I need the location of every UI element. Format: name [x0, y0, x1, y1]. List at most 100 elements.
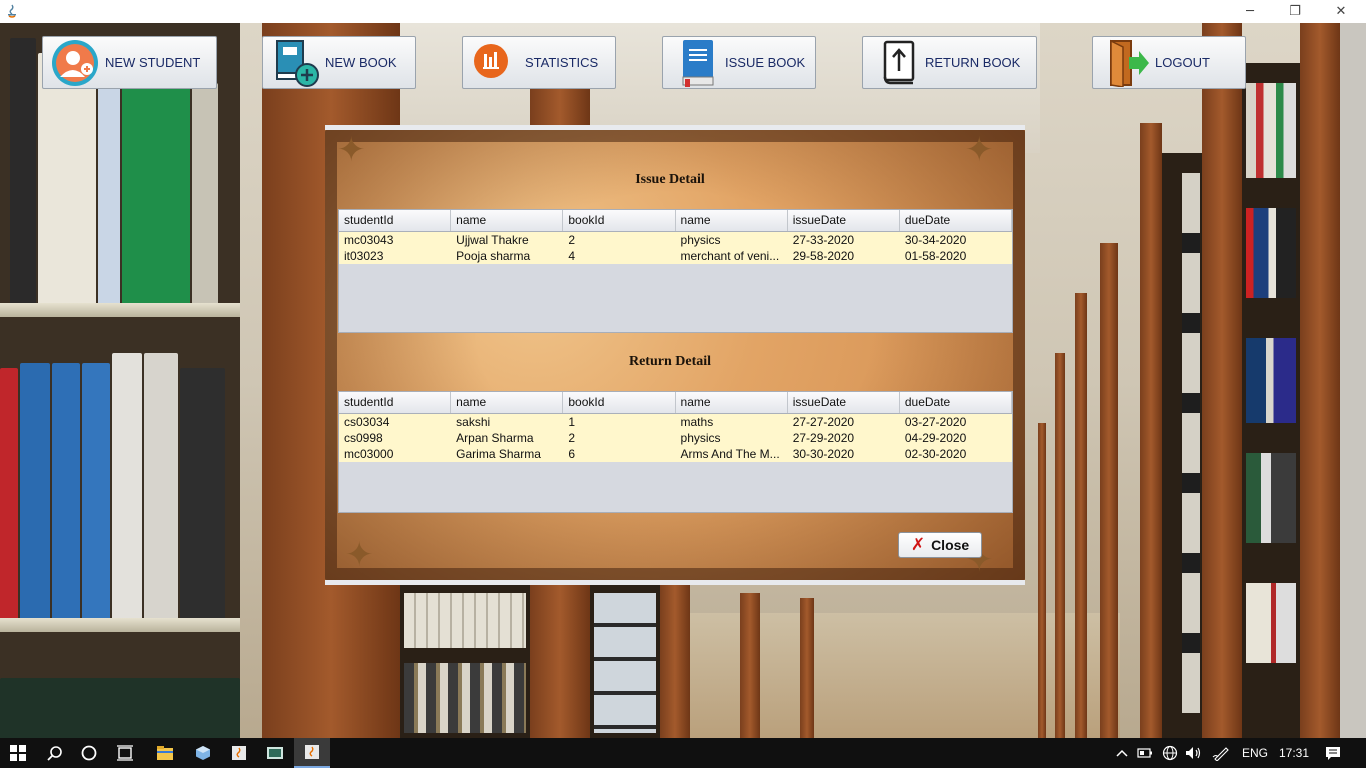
virtualbox-icon[interactable] — [186, 738, 220, 768]
table-row[interactable]: cs03034 sakshi 1 maths 27-27-2020 03-27-… — [339, 414, 1012, 430]
table-row[interactable]: cs0998 Arpan Sharma 2 physics 27-29-2020… — [339, 430, 1012, 446]
windows-start-icon[interactable] — [0, 738, 36, 768]
task-view-icon[interactable] — [108, 738, 142, 768]
cell-book-name: physics — [680, 233, 721, 247]
cell-issuedate: 27-29-2020 — [792, 431, 855, 445]
cell-studentid: it03023 — [344, 249, 384, 263]
logout-button[interactable]: LOGOUT — [1092, 36, 1246, 89]
cell-duedate: 02-30-2020 — [904, 447, 967, 461]
cell-student-name: sakshi — [456, 415, 491, 429]
search-icon[interactable] — [38, 738, 72, 768]
new-book-button[interactable]: NEW BOOK — [262, 36, 416, 89]
cell-book-name: physics — [680, 431, 721, 445]
new-student-button[interactable]: NEW STUDENT — [42, 36, 217, 89]
cell-duedate: 03-27-2020 — [904, 415, 967, 429]
corner-star-ornament: ✦ — [345, 535, 374, 575]
pen-icon[interactable] — [1208, 738, 1234, 768]
battery-icon[interactable] — [1134, 738, 1156, 768]
table-header: studentId name bookId name issueDate due… — [339, 210, 1013, 232]
java-app-active-icon[interactable] — [294, 738, 330, 768]
cell-issuedate: 27-33-2020 — [792, 233, 855, 247]
table-header: studentId name bookId name issueDate due… — [339, 392, 1013, 414]
cell-bookid: 2 — [568, 431, 576, 445]
cell-duedate: 04-29-2020 — [904, 431, 967, 445]
issue-book-button[interactable]: ISSUE BOOK — [662, 36, 816, 89]
cell-duedate: 01-58-2020 — [904, 249, 967, 263]
corner-star-ornament: ✦ — [337, 130, 366, 170]
cell-bookid: 2 — [568, 233, 576, 247]
column-header-studentid[interactable]: studentId — [339, 392, 452, 413]
return-detail-title: Return Detail — [628, 354, 712, 369]
column-header-student-name[interactable]: name — [451, 392, 564, 413]
statistics-label: STATISTICS — [525, 55, 599, 70]
windows-taskbar: ENG 17:31 — [0, 738, 1366, 768]
java-app-icon[interactable] — [222, 738, 256, 768]
cortana-icon[interactable] — [72, 738, 106, 768]
cell-studentid: cs03034 — [344, 415, 390, 429]
cell-issuedate: 30-30-2020 — [792, 447, 855, 461]
window-title-bar: ─ ❐ ✕ — [0, 0, 1366, 23]
column-header-issuedate[interactable]: issueDate — [788, 392, 900, 413]
terminal-icon[interactable] — [258, 738, 292, 768]
issue-detail-title: Issue Detail — [635, 172, 705, 187]
maximize-button[interactable]: ❐ — [1272, 0, 1318, 23]
close-label: Close — [931, 537, 970, 553]
table-row[interactable]: mc03000 Garima Sharma 6 Arms And The M..… — [339, 446, 1012, 462]
volume-icon[interactable] — [1182, 738, 1206, 768]
table-row[interactable]: mc03043 Ujjwal Thakre 2 physics 27-33-20… — [339, 232, 1012, 248]
column-header-bookid[interactable]: bookId — [563, 210, 676, 231]
cell-student-name: Garima Sharma — [456, 447, 541, 461]
cell-book-name: merchant of veni... — [680, 249, 780, 263]
issue-return-detail-dialog: ✦ ✦ ✦ ✦ Issue Detail studentId name book… — [325, 125, 1025, 585]
return-detail-table[interactable]: studentId name bookId name issueDate due… — [338, 391, 1013, 513]
book-icon — [671, 39, 719, 87]
column-header-studentid[interactable]: studentId — [339, 210, 452, 231]
column-header-book-name[interactable]: name — [676, 210, 788, 231]
statistics-button[interactable]: STATISTICS — [462, 36, 616, 89]
language-indicator[interactable]: ENG — [1242, 738, 1268, 768]
student-avatar-icon — [51, 39, 99, 87]
column-header-issuedate[interactable]: issueDate — [788, 210, 900, 231]
cell-studentid: cs0998 — [344, 431, 383, 445]
issue-book-label: ISSUE BOOK — [725, 55, 806, 70]
cell-bookid: 1 — [568, 415, 576, 429]
issue-detail-table[interactable]: studentId name bookId name issueDate due… — [338, 209, 1013, 333]
cell-student-name: Ujjwal Thakre — [456, 233, 529, 247]
parchment-background: ✦ ✦ ✦ ✦ Issue Detail studentId name book… — [325, 130, 1025, 580]
cell-book-name: Arms And The M... — [680, 447, 780, 461]
cell-studentid: mc03043 — [344, 233, 394, 247]
cell-studentid: mc03000 — [344, 447, 394, 461]
cell-student-name: Pooja sharma — [456, 249, 531, 263]
table-row[interactable]: it03023 Pooja sharma 4 merchant of veni.… — [339, 248, 1012, 264]
corner-star-ornament: ✦ — [965, 130, 994, 170]
logout-door-icon — [1101, 39, 1149, 88]
red-x-icon: ✗ — [910, 535, 926, 555]
close-window-button[interactable]: ✕ — [1318, 0, 1364, 23]
cell-student-name: Arpan Sharma — [456, 431, 534, 445]
column-header-bookid[interactable]: bookId — [563, 392, 676, 413]
new-book-label: NEW BOOK — [325, 55, 397, 70]
column-header-student-name[interactable]: name — [451, 210, 564, 231]
column-header-duedate[interactable]: dueDate — [900, 210, 1013, 231]
column-header-duedate[interactable]: dueDate — [900, 392, 1013, 413]
notifications-icon[interactable] — [1318, 738, 1348, 768]
clock-time[interactable]: 17:31 — [1279, 738, 1309, 768]
cell-issuedate: 29-58-2020 — [792, 249, 855, 263]
return-book-label: RETURN BOOK — [925, 55, 1021, 70]
logout-label: LOGOUT — [1155, 55, 1210, 70]
new-student-label: NEW STUDENT — [105, 55, 201, 70]
return-book-icon — [871, 39, 919, 87]
file-explorer-icon[interactable] — [148, 738, 182, 768]
minimize-button[interactable]: ─ — [1227, 0, 1273, 23]
cell-book-name: maths — [680, 415, 714, 429]
statistics-icon — [471, 39, 519, 87]
network-globe-icon[interactable] — [1158, 738, 1182, 768]
cell-bookid: 6 — [568, 447, 576, 461]
add-book-icon — [271, 39, 319, 87]
chevron-up-icon[interactable] — [1112, 738, 1132, 768]
return-book-button[interactable]: RETURN BOOK — [862, 36, 1037, 89]
cell-issuedate: 27-27-2020 — [792, 415, 855, 429]
column-header-book-name[interactable]: name — [676, 392, 788, 413]
close-button[interactable]: ✗ Close — [898, 532, 982, 558]
java-icon — [8, 4, 16, 18]
